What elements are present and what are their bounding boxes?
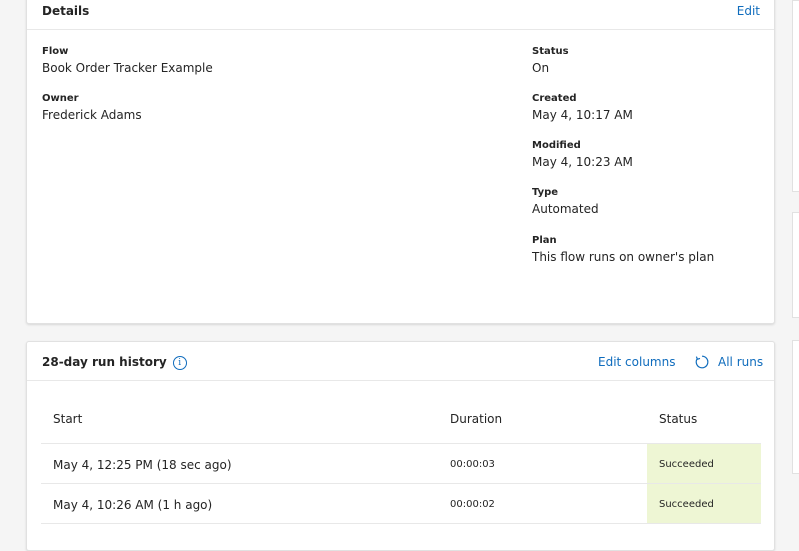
- edit-columns-link[interactable]: Edit columns: [598, 355, 675, 369]
- run-history-title-text: 28-day run history: [42, 355, 167, 369]
- details-header: Details Edit: [27, 0, 774, 30]
- side-panel-card: [792, 212, 799, 318]
- run-status: Succeeded: [659, 499, 714, 510]
- modified-value: May 4, 10:23 AM: [532, 155, 633, 169]
- type-value: Automated: [532, 202, 599, 216]
- table-row[interactable]: May 4, 12:25 PM (18 sec ago) 00:00:03 Su…: [41, 444, 761, 484]
- run-start[interactable]: May 4, 12:25 PM (18 sec ago): [53, 458, 232, 472]
- run-start[interactable]: May 4, 10:26 AM (1 h ago): [53, 498, 212, 512]
- plan-value: This flow runs on owner's plan: [532, 250, 715, 264]
- run-history-card: 28-day run history i Edit columns All run…: [26, 341, 775, 551]
- all-runs-link[interactable]: All runs: [718, 355, 763, 369]
- column-header-status[interactable]: Status: [659, 412, 697, 426]
- run-status: Succeeded: [659, 459, 714, 470]
- owner-value: Frederick Adams: [42, 108, 142, 122]
- edit-details-link[interactable]: Edit: [737, 4, 760, 18]
- details-card: Details Edit Flow Book Order Tracker Exa…: [26, 0, 775, 324]
- status-value: On: [532, 61, 550, 75]
- plan-label: Plan: [532, 235, 557, 246]
- owner-label: Owner: [42, 93, 79, 104]
- run-duration: 00:00:03: [450, 459, 495, 470]
- flow-label: Flow: [42, 46, 69, 57]
- created-value: May 4, 10:17 AM: [532, 108, 633, 122]
- flow-value: Book Order Tracker Example: [42, 61, 213, 75]
- side-panel-card: [792, 0, 799, 192]
- status-label: Status: [532, 46, 569, 57]
- column-header-duration[interactable]: Duration: [450, 412, 502, 426]
- run-history-header: 28-day run history i Edit columns All run…: [27, 342, 774, 381]
- run-duration: 00:00:02: [450, 499, 495, 510]
- modified-label: Modified: [532, 140, 581, 151]
- run-history-title: 28-day run history i: [42, 355, 187, 370]
- run-status-cell: Succeeded: [647, 444, 761, 483]
- type-label: Type: [532, 187, 559, 198]
- run-status-cell: Succeeded: [647, 484, 761, 523]
- created-label: Created: [532, 93, 577, 104]
- table-row[interactable]: May 4, 10:26 AM (1 h ago) 00:00:02 Succe…: [41, 484, 761, 524]
- refresh-icon[interactable]: [694, 354, 710, 374]
- column-header-start[interactable]: Start: [53, 412, 82, 426]
- info-icon[interactable]: i: [172, 355, 187, 370]
- details-title: Details: [42, 4, 90, 18]
- table-header-row: Start Duration Status: [41, 404, 761, 444]
- side-panel-card: [792, 340, 799, 474]
